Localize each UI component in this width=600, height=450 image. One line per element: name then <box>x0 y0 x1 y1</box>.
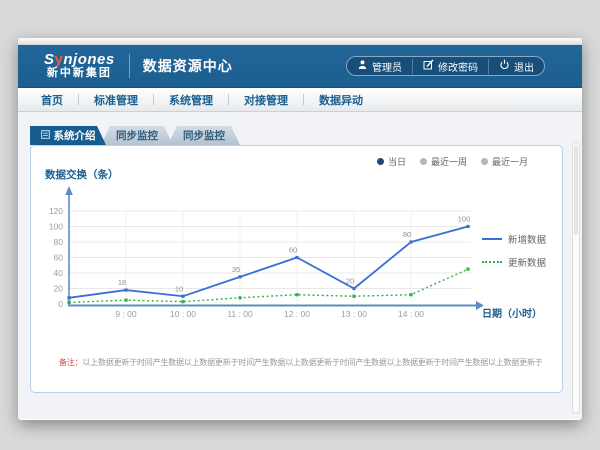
tab-system-intro[interactable]: 系统介绍 <box>30 126 106 145</box>
legend-item-updated-data[interactable]: 更新数据 <box>482 255 546 269</box>
range-option-today-label: 当日 <box>388 155 406 168</box>
nav-item-data-change[interactable]: 数据异动 <box>304 92 378 108</box>
brand-pre: S <box>44 51 55 68</box>
user-menu-logout-label: 退出 <box>514 59 534 74</box>
user-menu-logout[interactable]: 退出 <box>488 59 544 74</box>
svg-text:60: 60 <box>289 246 297 255</box>
footnote: 备注：以上数据更新于时间产生数据以上数据更新于时间产生数据以上数据更新于时间产生… <box>59 357 554 368</box>
svg-text:13 : 00: 13 : 00 <box>341 309 367 319</box>
radio-dot-icon <box>420 158 427 165</box>
scrollbar-thumb[interactable] <box>574 145 578 235</box>
user-menu: 管理员 修改密码 退出 <box>346 56 545 76</box>
chart-panel: 当日 最近一周 最近一月 数据交换（条） 0 20 40 60 80 100 120 9 : … <box>30 145 563 393</box>
svg-text:80: 80 <box>403 230 411 239</box>
svg-text:9 : 00: 9 : 00 <box>115 309 137 319</box>
range-option-last-month-label: 最近一月 <box>492 155 528 168</box>
logout-icon <box>499 59 510 73</box>
brand-logo: Synjones 新中新集团 <box>44 52 115 79</box>
user-menu-admin[interactable]: 管理员 <box>347 59 412 74</box>
brand-post: njones <box>63 51 114 68</box>
page-title: 数据资源中心 <box>143 56 233 76</box>
tab-bar: 系统介绍 同步监控 同步监控 <box>30 126 240 145</box>
radio-dot-icon <box>377 158 384 165</box>
user-icon <box>357 59 368 73</box>
tab-sync-monitor-2[interactable]: 同步监控 <box>168 126 240 145</box>
svg-text:20: 20 <box>346 277 354 286</box>
nav-item-standard-management[interactable]: 标准管理 <box>79 92 153 108</box>
tab-sync-monitor-1[interactable]: 同步监控 <box>101 126 173 145</box>
window-chrome-strip <box>18 38 582 45</box>
solid-line-icon <box>482 238 502 240</box>
range-option-last-week-label: 最近一周 <box>431 155 467 168</box>
user-menu-change-password-label: 修改密码 <box>438 59 478 74</box>
svg-text:120: 120 <box>49 206 63 216</box>
svg-text:14 : 00: 14 : 00 <box>398 309 424 319</box>
dotted-line-icon <box>482 261 502 263</box>
user-menu-admin-label: 管理员 <box>372 59 402 74</box>
svg-text:100: 100 <box>458 215 471 224</box>
nav-item-system-management[interactable]: 系统管理 <box>154 92 228 108</box>
line-chart: 0 20 40 60 80 100 120 9 : 00 10 : 00 11 : 00 12 : … <box>31 146 562 392</box>
tab-system-intro-label: 系统介绍 <box>54 128 96 143</box>
svg-text:10: 10 <box>175 284 183 293</box>
chart-legend: 新增数据 更新数据 <box>482 232 546 269</box>
range-option-last-week[interactable]: 最近一周 <box>420 155 467 168</box>
tab-sync-monitor-1-label: 同步监控 <box>116 128 158 143</box>
legend-item-new-data[interactable]: 新增数据 <box>482 232 546 246</box>
svg-text:10 : 00: 10 : 00 <box>170 309 196 319</box>
svg-text:12 : 00: 12 : 00 <box>284 309 310 319</box>
svg-text:40: 40 <box>54 268 64 278</box>
svg-text:80: 80 <box>54 237 64 247</box>
content-area: 系统介绍 同步监控 同步监控 当日 最近一周 <box>18 112 582 419</box>
svg-text:100: 100 <box>49 222 63 232</box>
svg-text:60: 60 <box>54 253 64 263</box>
edit-icon <box>423 59 434 73</box>
brand-name: Synjones <box>44 52 115 68</box>
tab-document-icon <box>41 130 50 142</box>
range-selector: 当日 最近一周 最近一月 <box>377 155 528 168</box>
tab-sync-monitor-2-label: 同步监控 <box>183 128 225 143</box>
brand-subtitle: 新中新集团 <box>47 68 112 80</box>
radio-dot-icon <box>481 158 488 165</box>
header-divider <box>129 54 130 78</box>
legend-item-new-data-label: 新增数据 <box>508 232 546 246</box>
footnote-prefix: 备注： <box>59 358 82 367</box>
app-header: Synjones 新中新集团 数据资源中心 管理员 修改密码 <box>18 45 582 88</box>
nav-item-interface-management[interactable]: 对接管理 <box>229 92 303 108</box>
svg-text:18: 18 <box>118 278 126 287</box>
svg-text:20: 20 <box>54 284 64 294</box>
svg-text:日期（小时）: 日期（小时） <box>482 307 542 320</box>
window-scrollbar[interactable] <box>572 142 580 414</box>
range-option-today[interactable]: 当日 <box>377 155 406 168</box>
svg-text:11 : 00: 11 : 00 <box>227 309 253 319</box>
chart-y-axis-title: 数据交换（条） <box>45 167 119 182</box>
legend-item-updated-data-label: 更新数据 <box>508 255 546 269</box>
nav-item-home[interactable]: 首页 <box>26 92 78 108</box>
svg-text:0: 0 <box>58 299 63 309</box>
user-menu-change-password[interactable]: 修改密码 <box>412 59 488 74</box>
svg-text:35: 35 <box>232 265 240 274</box>
main-nav: 首页 标准管理 系统管理 对接管理 数据异动 <box>18 88 582 112</box>
app-window: Synjones 新中新集团 数据资源中心 管理员 修改密码 <box>18 38 582 420</box>
footnote-text: 以上数据更新于时间产生数据以上数据更新于时间产生数据以上数据更新于时间产生数据以… <box>82 358 542 367</box>
range-option-last-month[interactable]: 最近一月 <box>481 155 528 168</box>
